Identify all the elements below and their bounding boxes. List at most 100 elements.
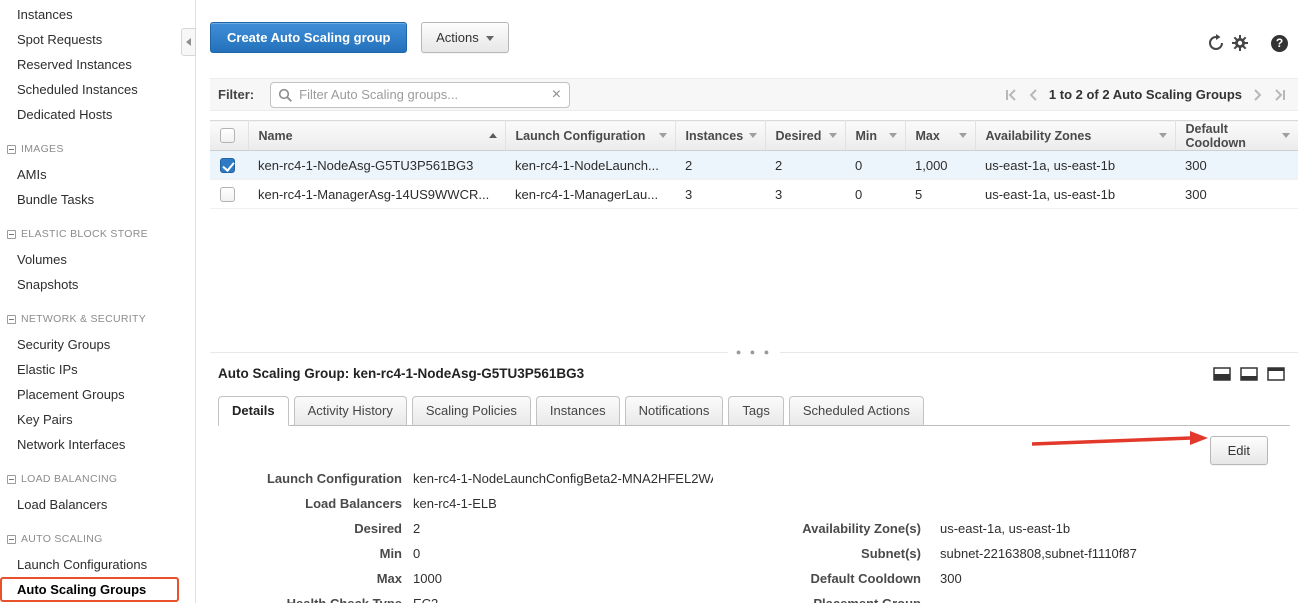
sidebar-section-elastic-block-store[interactable]: ELASTIC BLOCK STORE (0, 222, 195, 247)
sidebar-section-auto-scaling[interactable]: AUTO SCALING (0, 527, 195, 552)
row-checkbox[interactable] (220, 158, 235, 173)
tab-tags[interactable]: Tags (728, 396, 783, 426)
sidebar-item-network-interfaces[interactable]: Network Interfaces (0, 432, 195, 457)
details-tabs: DetailsActivity HistoryScaling PoliciesI… (218, 396, 1290, 426)
edit-button[interactable]: Edit (1210, 436, 1268, 465)
table-header-row: NameLaunch ConfigurationInstances Desired… (210, 121, 1298, 151)
section-label: AUTO SCALING (21, 533, 103, 546)
table-cell: ken-rc4-1-NodeAsg-G5TU3P561BG3 (248, 151, 505, 180)
column-header-availability-zones[interactable]: Availability Zones (975, 121, 1175, 151)
pagination-prev-button[interactable] (1029, 89, 1038, 101)
sidebar-item-amis[interactable]: AMIs (0, 162, 195, 187)
main-panel: Create Auto Scaling group Actions ? Filt… (210, 0, 1298, 603)
tab-notifications[interactable]: Notifications (625, 396, 724, 426)
row-checkbox[interactable] (220, 187, 235, 202)
column-header-desired[interactable]: Desired (765, 121, 845, 151)
section-collapse-icon (7, 230, 16, 239)
field-label: Launch Configuration (210, 471, 402, 486)
splitter-drag-handle-icon[interactable]: ● ● ● (728, 347, 780, 357)
section-collapse-icon (7, 315, 16, 324)
column-header-default-cooldown[interactable]: Default Cooldown (1175, 121, 1298, 151)
table-cell: 300 (1175, 151, 1298, 180)
sidebar-group: InstancesSpot RequestsReserved Instances… (0, 2, 195, 127)
table-cell: ken-rc4-1-NodeLaunch... (505, 151, 675, 180)
sidebar-section-images[interactable]: IMAGES (0, 137, 195, 162)
help-icon[interactable]: ? (1271, 35, 1288, 52)
layout-split-pane-icon[interactable] (1240, 367, 1258, 381)
layout-bottom-pane-icon[interactable] (1213, 367, 1231, 381)
pagination-last-button[interactable] (1273, 89, 1286, 101)
table-body: ken-rc4-1-NodeAsg-G5TU3P561BG3ken-rc4-1-… (210, 151, 1298, 209)
pagination-next-button[interactable] (1253, 89, 1262, 101)
field-value: ken-rc4-1-ELB (413, 496, 713, 511)
settings-gear-icon[interactable] (1231, 34, 1249, 52)
tab-details[interactable]: Details (218, 396, 289, 426)
column-filter-caret-icon (1282, 133, 1290, 138)
select-all-header[interactable] (210, 121, 248, 151)
field-label: Load Balancers (210, 496, 402, 511)
sidebar-item-placement-groups[interactable]: Placement Groups (0, 382, 195, 407)
column-header-name[interactable]: Name (248, 121, 505, 151)
tab-activity-history[interactable]: Activity History (294, 396, 407, 426)
pagination-first-button[interactable] (1005, 89, 1018, 101)
layout-full-pane-icon[interactable] (1267, 367, 1285, 381)
column-label: Min (856, 129, 878, 143)
column-header-max[interactable]: Max (905, 121, 975, 151)
sidebar-item-auto-scaling-groups[interactable]: Auto Scaling Groups (0, 577, 179, 602)
field-value: subnet-22163808,subnet-f1110f87 (940, 546, 1298, 561)
field-row: Max1000Default Cooldown300 (210, 566, 1298, 591)
filter-input[interactable] (299, 87, 543, 102)
sidebar-item-bundle-tasks[interactable]: Bundle Tasks (0, 187, 195, 212)
table-cell: 3 (675, 180, 765, 209)
refresh-icon[interactable] (1207, 34, 1225, 52)
sidebar-item-load-balancers[interactable]: Load Balancers (0, 492, 195, 517)
sidebar-section-network-security[interactable]: NETWORK & SECURITY (0, 307, 195, 332)
column-header-min[interactable]: Min (845, 121, 905, 151)
sidebar-item-spot-requests[interactable]: Spot Requests (0, 27, 195, 52)
sidebar-collapse-button[interactable] (181, 28, 196, 56)
column-label: Desired (776, 129, 822, 143)
column-filter-caret-icon (659, 133, 667, 138)
field-label: Max (210, 571, 402, 586)
tab-scheduled-actions[interactable]: Scheduled Actions (789, 396, 924, 426)
sidebar-item-elastic-ips[interactable]: Elastic IPs (0, 357, 195, 382)
tab-instances[interactable]: Instances (536, 396, 620, 426)
sidebar-section-load-balancing[interactable]: LOAD BALANCING (0, 467, 195, 492)
section-collapse-icon (7, 145, 16, 154)
column-header-instances[interactable]: Instances (675, 121, 765, 151)
sidebar-item-security-groups[interactable]: Security Groups (0, 332, 195, 357)
clear-filter-icon[interactable]: × (552, 86, 561, 104)
sidebar-item-dedicated-hosts[interactable]: Dedicated Hosts (0, 102, 195, 127)
column-label: Default Cooldown (1186, 122, 1283, 150)
table-cell: 5 (905, 180, 975, 209)
select-all-checkbox[interactable] (220, 128, 235, 143)
table-row[interactable]: ken-rc4-1-NodeAsg-G5TU3P561BG3ken-rc4-1-… (210, 151, 1298, 180)
chevron-down-icon (486, 36, 494, 41)
create-auto-scaling-group-button[interactable]: Create Auto Scaling group (210, 22, 407, 53)
field-row: Min0Subnet(s)subnet-22163808,subnet-f111… (210, 541, 1298, 566)
column-filter-caret-icon (829, 133, 837, 138)
field-value: EC2 (413, 596, 713, 603)
field-label: Health Check Type (210, 596, 402, 603)
sidebar-item-volumes[interactable]: Volumes (0, 247, 195, 272)
tab-scaling-policies[interactable]: Scaling Policies (412, 396, 531, 426)
pane-layout-controls (1213, 367, 1285, 381)
ec2-console-screen: InstancesSpot RequestsReserved Instances… (0, 0, 1298, 603)
toolbar-icons: ? (1207, 34, 1288, 52)
table-row[interactable]: ken-rc4-1-ManagerAsg-14US9WWCR...ken-rc4… (210, 180, 1298, 209)
table-cell: 0 (845, 180, 905, 209)
sidebar-item-instances[interactable]: Instances (0, 2, 195, 27)
sidebar-item-reserved-instances[interactable]: Reserved Instances (0, 52, 195, 77)
sidebar-item-key-pairs[interactable]: Key Pairs (0, 407, 195, 432)
table-cell: us-east-1a, us-east-1b (975, 180, 1175, 209)
sidebar-item-snapshots[interactable]: Snapshots (0, 272, 195, 297)
details-fields: Launch Configurationken-rc4-1-NodeLaunch… (210, 466, 1298, 603)
pagination-range-text: 1 to 2 of 2 Auto Scaling Groups (1049, 87, 1242, 102)
sidebar-item-scheduled-instances[interactable]: Scheduled Instances (0, 77, 195, 102)
actions-button[interactable]: Actions (421, 22, 509, 53)
sidebar-item-launch-configurations[interactable]: Launch Configurations (0, 552, 195, 577)
column-header-launch-configuration[interactable]: Launch Configuration (505, 121, 675, 151)
column-label: Max (916, 129, 940, 143)
field-value: 1000 (413, 571, 713, 586)
field-value: 2 (413, 521, 713, 536)
